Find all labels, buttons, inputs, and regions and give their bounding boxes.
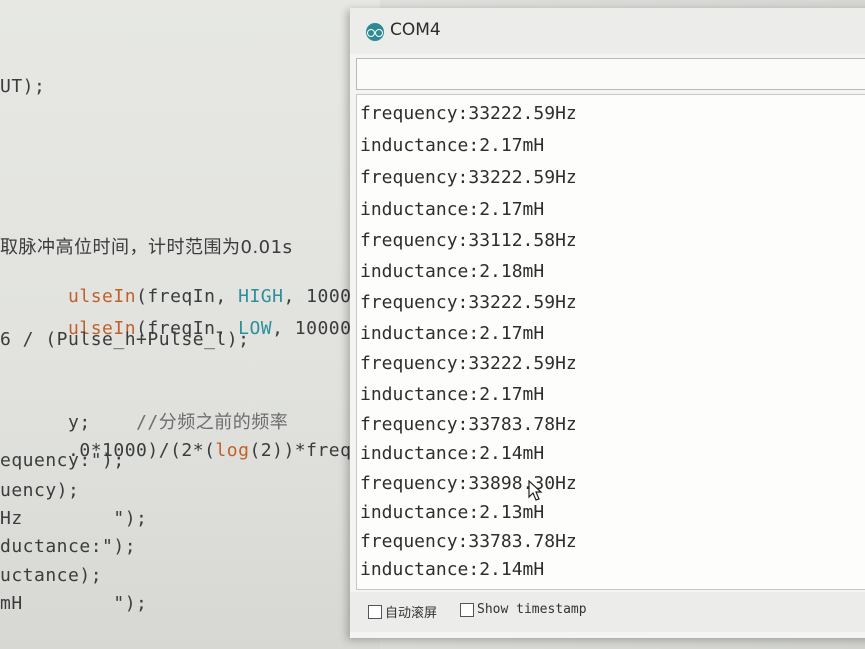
code-line-13: mH "); [0, 593, 148, 614]
output-line: frequency:33783.78Hz [360, 531, 577, 552]
timestamp-option[interactable]: Show timestamp [460, 602, 587, 617]
timestamp-label: Show timestamp [477, 602, 587, 617]
output-line: frequency:33222.59Hz [360, 167, 577, 188]
output-line: frequency:33112.58Hz [360, 230, 577, 251]
code-line-2: 取脉冲高位时间，计时范围为0.01s [0, 237, 293, 258]
serial-monitor-window[interactable]: COM4 frequency:33222.59Hz inductance:2.1… [350, 8, 865, 638]
autoscroll-option[interactable]: 自动滚屏 [368, 602, 437, 621]
autoscroll-label: 自动滚屏 [385, 606, 438, 621]
window-titlebar[interactable]: COM4 [350, 8, 865, 54]
timestamp-checkbox[interactable] [460, 602, 474, 617]
mouse-pointer-icon [528, 480, 543, 501]
code-line-5: 6 / (Pulse_h+Pulse_l); [0, 329, 250, 350]
output-line: inductance:2.17mH [360, 323, 545, 344]
autoscroll-checkbox[interactable] [368, 604, 382, 619]
code-line-8: equency:"); [0, 450, 125, 471]
code-line-10: Hz "); [0, 508, 148, 529]
serial-output-area[interactable]: frequency:33222.59Hz inductance:2.17mH f… [356, 94, 865, 590]
output-line: inductance:2.13mH [360, 502, 545, 523]
code-line-9: uency); [0, 480, 80, 501]
output-line: frequency:33898.30Hz [360, 473, 577, 494]
code-editor[interactable]: UT); 取脉冲高位时间，计时范围为0.01s ulseIn(freqIn, H… [0, 0, 380, 649]
output-line: inductance:2.14mH [360, 559, 545, 580]
serial-send-input[interactable] [356, 58, 865, 90]
serial-options-bar: 自动滚屏 Show timestamp [350, 592, 865, 632]
output-line: inductance:2.17mH [360, 199, 545, 220]
output-line: inductance:2.18mH [360, 261, 545, 282]
output-line: inductance:2.17mH [360, 135, 545, 156]
code-fn-log: log [215, 440, 250, 461]
output-line: frequency:33222.59Hz [360, 103, 577, 124]
output-line: frequency:33783.78Hz [360, 414, 577, 435]
code-line-1: UT); [0, 76, 46, 97]
window-title: COM4 [390, 20, 441, 40]
arduino-icon [366, 23, 384, 41]
output-line: frequency:33222.59Hz [360, 292, 577, 313]
code-line-11: ductance:"); [0, 536, 137, 557]
output-line: frequency:33222.59Hz [360, 353, 577, 374]
output-line: inductance:2.17mH [360, 384, 545, 405]
code-line-12: uctance); [0, 565, 103, 586]
photo-screen: UT); 取脉冲高位时间，计时范围为0.01s ulseIn(freqIn, H… [0, 0, 865, 649]
output-line: inductance:2.14mH [360, 443, 545, 464]
